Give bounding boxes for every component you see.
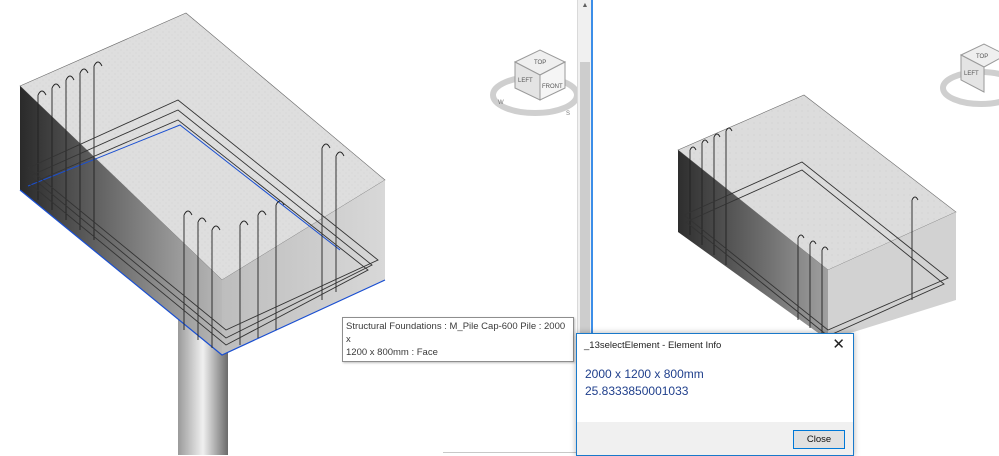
- left-3d-view[interactable]: TOP LEFT FRONT W S Structural Foundation…: [0, 0, 577, 455]
- viewcube-left-label[interactable]: LEFT: [964, 71, 979, 77]
- tooltip-line2: 1200 x 800mm : Face: [346, 347, 438, 358]
- element-info-dialog[interactable]: _13selectElement - Element Info ✕ 2000 x…: [576, 333, 854, 456]
- element-dimensions-text: 2000 x 1200 x 800mm: [585, 367, 704, 381]
- viewcube-top-label[interactable]: TOP: [976, 54, 988, 60]
- compass-w-label: W: [498, 100, 504, 106]
- dialog-footer: Close: [577, 422, 853, 455]
- close-icon[interactable]: ✕: [832, 335, 845, 353]
- status-divider: [443, 452, 576, 453]
- viewcube-left-label[interactable]: LEFT: [518, 78, 533, 84]
- viewcube-left[interactable]: TOP LEFT FRONT W S: [0, 0, 577, 455]
- element-value-text: 25.8333850001033: [585, 384, 689, 398]
- close-button[interactable]: Close: [793, 430, 845, 449]
- viewcube-top-label[interactable]: TOP: [534, 60, 546, 66]
- scroll-up-icon[interactable]: ▲: [580, 2, 590, 10]
- dialog-title: _13selectElement - Element Info: [584, 340, 722, 351]
- tooltip-line1: Structural Foundations : M_Pile Cap-600 …: [346, 321, 566, 345]
- compass-s-label: S: [566, 111, 570, 117]
- viewcube-front-label[interactable]: FRONT: [542, 84, 563, 90]
- element-tooltip: Structural Foundations : M_Pile Cap-600 …: [342, 317, 574, 362]
